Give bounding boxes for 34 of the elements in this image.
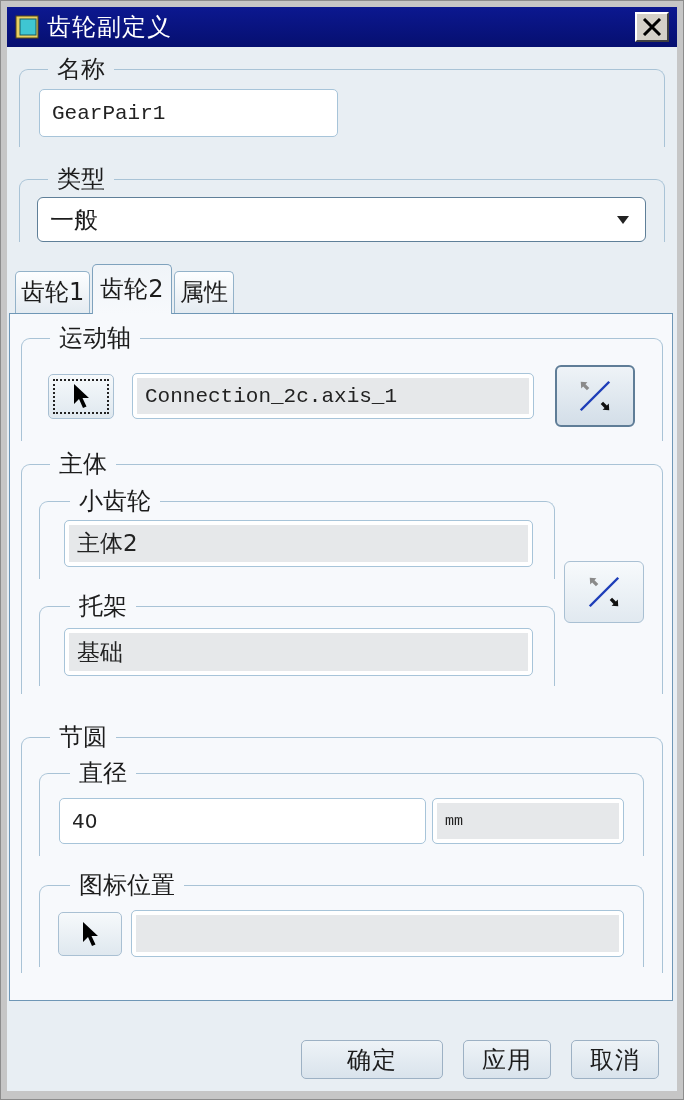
tab[interactable]: 属性	[173, 271, 234, 313]
pointer-icon	[72, 383, 90, 409]
dialog-button[interactable]: 应用	[463, 1040, 551, 1079]
name-field[interactable]: GearPair1	[39, 89, 338, 137]
group-label: 小齿轮	[78, 487, 152, 515]
tab[interactable]: 齿轮1	[15, 271, 91, 313]
window-title: 齿轮副定义	[47, 12, 172, 42]
group-label: 托架	[78, 592, 128, 620]
group-label: 运动轴	[58, 324, 132, 352]
group-label: 直径	[78, 759, 128, 787]
pointer-icon	[81, 920, 99, 947]
group-label: 图标位置	[78, 871, 176, 899]
diameter-field[interactable]: 40	[59, 798, 426, 844]
dialog-button[interactable]: 取消	[571, 1040, 659, 1079]
unit-field[interactable]: mm	[432, 798, 624, 844]
close-button[interactable]	[635, 12, 669, 42]
window-icon	[15, 15, 39, 39]
axis-field[interactable]: Connection_2c.axis_1	[132, 373, 534, 419]
tab[interactable]: 齿轮2	[92, 264, 172, 314]
dialog-button[interactable]: 确定	[301, 1040, 443, 1079]
group-label: 类型	[56, 165, 106, 193]
select-button[interactable]	[48, 373, 114, 419]
caret-icon	[617, 215, 629, 224]
type-dropdown[interactable]: 一般	[37, 197, 646, 242]
group-label: 名称	[56, 55, 106, 83]
group-label: 主体	[58, 450, 108, 478]
flip-button[interactable]	[564, 561, 644, 623]
select-button[interactable]	[58, 911, 122, 956]
location-field[interactable]	[131, 910, 624, 957]
carrier-field[interactable]: 基础	[64, 628, 533, 676]
group-label: 节圆	[58, 723, 108, 751]
flip-button[interactable]	[555, 365, 635, 427]
pinion-field[interactable]: 主体2	[64, 520, 533, 567]
close-icon	[642, 18, 662, 36]
